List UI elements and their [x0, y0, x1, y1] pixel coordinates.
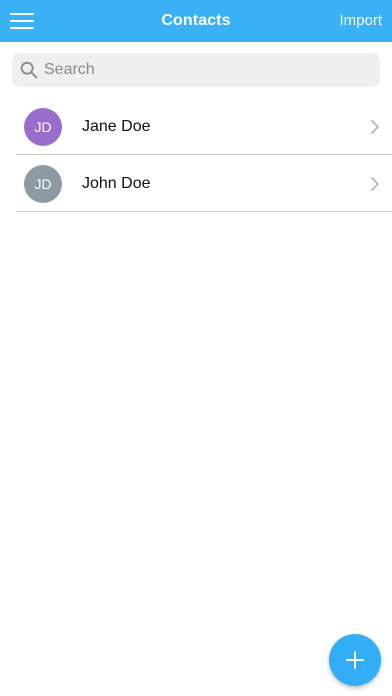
contact-row-jane-doe[interactable]: JD Jane Doe — [16, 98, 392, 155]
avatar: JD — [24, 164, 62, 203]
import-button[interactable]: Import — [339, 12, 382, 29]
contact-name: Jane Doe — [82, 117, 151, 135]
search-bar[interactable] — [12, 53, 380, 87]
contact-row-john-doe[interactable]: JD John Doe — [16, 155, 392, 212]
header-bar: Contacts Import — [0, 0, 392, 42]
page-title: Contacts — [161, 12, 231, 29]
plus-icon — [346, 651, 364, 669]
search-input[interactable] — [44, 55, 364, 85]
hamburger-menu-icon[interactable] — [10, 8, 38, 34]
chevron-right-icon — [371, 119, 379, 134]
add-contact-button[interactable] — [329, 634, 381, 686]
avatar: JD — [24, 107, 62, 146]
search-icon — [20, 61, 38, 79]
contacts-app: Contacts Import JD Jane Doe JD John Doe — [0, 0, 392, 696]
contacts-list: JD Jane Doe JD John Doe — [0, 98, 392, 212]
chevron-right-icon — [371, 176, 379, 191]
contact-name: John Doe — [82, 174, 151, 192]
row-divider — [16, 211, 392, 212]
